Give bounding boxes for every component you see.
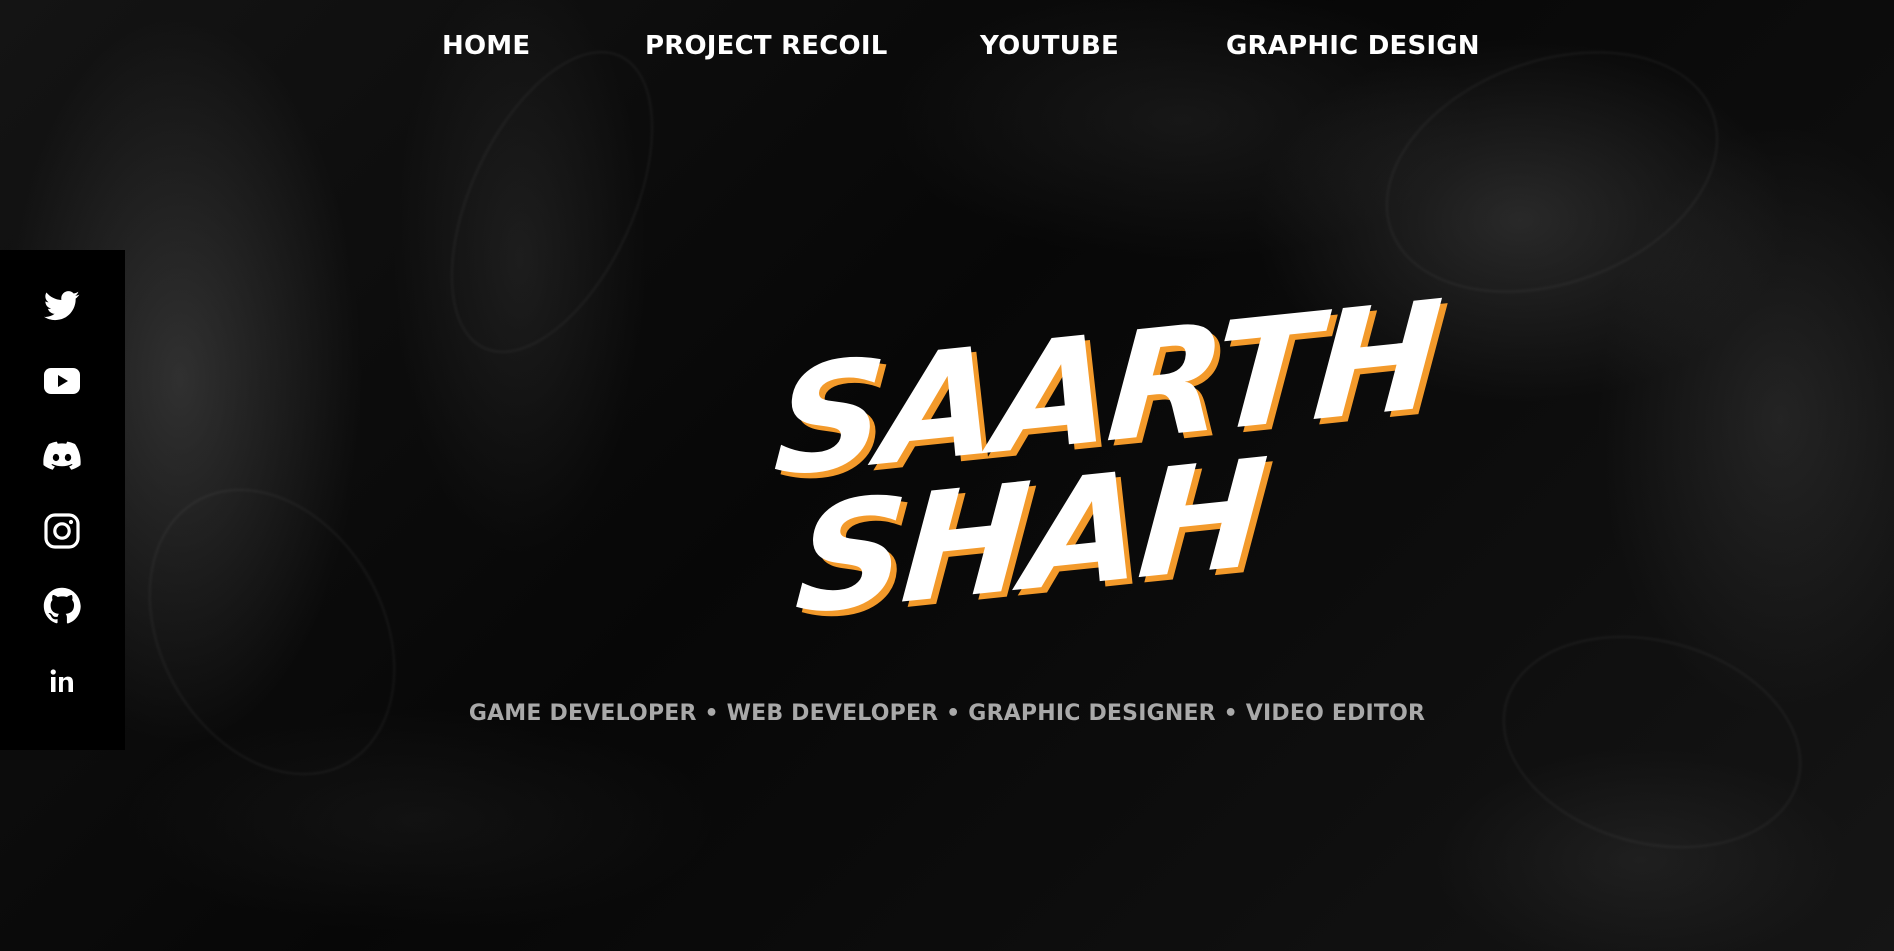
background-swirl — [99, 444, 445, 820]
saarth-shah-logo: SAARTH SHAH — [740, 269, 1444, 650]
nav-graphic-design-link[interactable]: GRAPHIC DESIGN — [1226, 26, 1480, 66]
social-sidebar — [0, 250, 125, 750]
twitter-link[interactable] — [42, 286, 82, 326]
instagram-link[interactable] — [42, 511, 82, 551]
instagram-icon — [44, 513, 80, 549]
nav-home-link[interactable]: HOME — [442, 26, 530, 66]
background-swirl — [1478, 604, 1826, 880]
github-icon — [43, 587, 81, 624]
page: HOME PROJECT RECOIL YOUTUBE GRAPHIC DESI… — [0, 0, 1894, 951]
background-swirl — [409, 20, 695, 384]
github-link[interactable] — [42, 586, 82, 626]
twitter-icon — [44, 291, 80, 321]
nav-project-recoil-link[interactable]: PROJECT RECOIL — [645, 26, 888, 66]
top-navigation: HOME PROJECT RECOIL YOUTUBE GRAPHIC DESI… — [0, 26, 1894, 66]
hero-tagline: GAME DEVELOPER • WEB DEVELOPER • GRAPHIC… — [468, 701, 1426, 726]
youtube-link[interactable] — [42, 361, 82, 401]
youtube-icon — [44, 368, 80, 394]
nav-youtube-link[interactable]: YOUTUBE — [980, 26, 1119, 66]
discord-link[interactable] — [42, 436, 82, 476]
discord-icon — [43, 441, 81, 470]
linkedin-icon — [50, 669, 73, 692]
linkedin-link[interactable] — [42, 661, 82, 701]
